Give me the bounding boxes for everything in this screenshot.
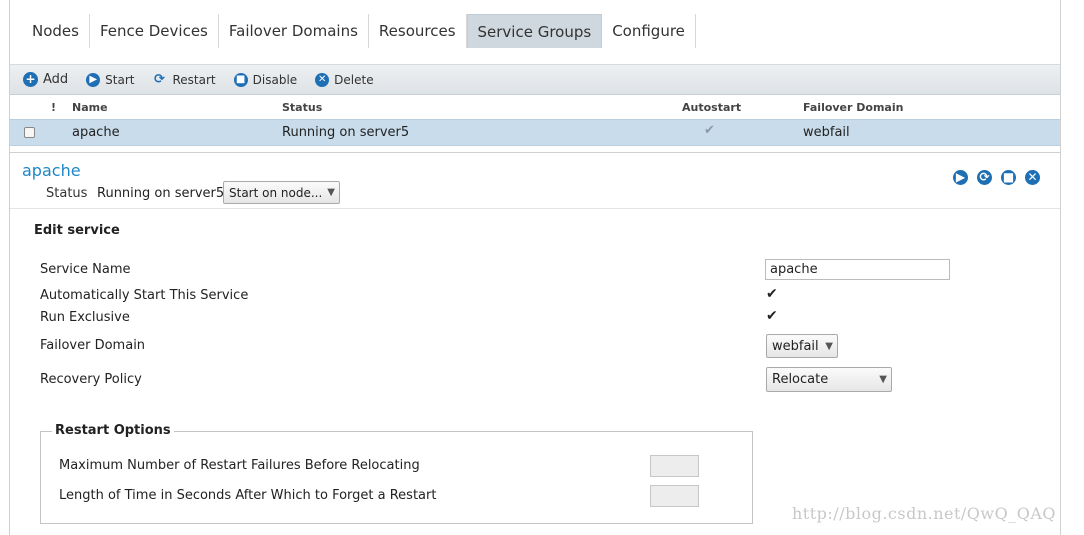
main-tabs: Nodes Fence Devices Failover Domains Res… <box>22 14 696 50</box>
disable-button[interactable]: ■ Disable <box>233 72 298 87</box>
service-table-header: ! Name Status Autostart Failover Domain <box>10 96 1060 118</box>
tab-service-groups[interactable]: Service Groups <box>466 14 603 48</box>
restart-service-icon[interactable]: ⟳ <box>977 170 992 185</box>
flag-column-header: ! <box>51 101 57 114</box>
add-button[interactable]: + Add <box>23 72 68 87</box>
service-title: apache <box>22 161 81 180</box>
status-label: Status <box>46 186 88 201</box>
tab-nodes[interactable]: Nodes <box>22 14 90 48</box>
status-column-header[interactable]: Status <box>282 101 322 114</box>
tab-fence-devices[interactable]: Fence Devices <box>90 14 219 48</box>
start-on-node-value: Start on node... <box>229 185 323 200</box>
recovery-policy-value: Relocate <box>772 372 829 387</box>
max-restart-failures-label: Maximum Number of Restart Failures Befor… <box>59 458 420 473</box>
run-exclusive-label: Run Exclusive <box>40 310 130 325</box>
autostart-check-icon: ✔ <box>704 123 715 138</box>
service-toolbar: + Add ▶ Start ⟳ Restart ■ Disable ✕ Dele… <box>10 64 1060 95</box>
plus-circle-icon: + <box>23 72 38 87</box>
chevron-down-icon: ▼ <box>879 374 887 385</box>
play-circle-icon: ▶ <box>86 72 101 87</box>
disable-service-icon[interactable]: ■ <box>1001 170 1016 185</box>
delete-service-icon[interactable]: ✕ <box>1025 170 1040 185</box>
restart-options-fieldset <box>40 431 753 524</box>
delete-label: Delete <box>334 72 374 87</box>
name-column-header[interactable]: Name <box>72 101 108 114</box>
restart-label: Restart <box>172 72 216 87</box>
max-restart-failures-input[interactable] <box>650 455 699 477</box>
failover-domain-column-header[interactable]: Failover Domain <box>803 101 903 114</box>
run-exclusive-checkbox[interactable]: ✔ <box>766 308 778 324</box>
start-service-icon[interactable]: ▶ <box>953 170 968 185</box>
failover-domain-select[interactable]: webfail ▼ <box>766 334 838 358</box>
tab-resources[interactable]: Resources <box>369 14 467 48</box>
restart-expire-time-label: Length of Time in Seconds After Which to… <box>59 488 437 503</box>
restart-options-legend: Restart Options <box>52 423 174 438</box>
x-circle-icon: ✕ <box>315 72 330 87</box>
recovery-policy-select[interactable]: Relocate ▼ <box>766 367 892 392</box>
tab-failover-domains[interactable]: Failover Domains <box>219 14 369 48</box>
recovery-policy-label: Recovery Policy <box>40 372 142 387</box>
restart-expire-time-input[interactable] <box>650 485 699 507</box>
start-label: Start <box>105 72 135 87</box>
delete-button[interactable]: ✕ Delete <box>315 72 374 87</box>
add-label: Add <box>43 72 69 87</box>
service-name-input[interactable]: apache <box>765 259 950 280</box>
row-status: Running on server5 <box>282 125 410 140</box>
autostart-label: Automatically Start This Service <box>40 288 249 303</box>
row-failover-domain: webfail <box>803 125 850 140</box>
restart-button[interactable]: ⟳ Restart <box>153 71 216 87</box>
failover-domain-label: Failover Domain <box>40 338 146 353</box>
stop-circle-icon: ■ <box>233 72 248 87</box>
row-select-checkbox[interactable] <box>24 127 35 138</box>
refresh-icon: ⟳ <box>154 71 165 87</box>
detail-panel-border <box>10 152 1060 153</box>
disable-label: Disable <box>252 72 298 87</box>
status-value: Running on server5 <box>97 186 225 201</box>
frame-right-border <box>1060 0 1061 535</box>
tab-configure[interactable]: Configure <box>602 14 696 48</box>
autostart-column-header[interactable]: Autostart <box>682 101 741 114</box>
edit-service-heading: Edit service <box>34 223 120 238</box>
table-row[interactable]: apache Running on server5 ✔ webfail <box>10 119 1060 146</box>
start-button[interactable]: ▶ Start <box>86 72 135 87</box>
start-on-node-select[interactable]: Start on node... ▼ <box>223 181 340 204</box>
autostart-checkbox[interactable]: ✔ <box>766 286 778 302</box>
service-name-label: Service Name <box>40 262 131 277</box>
detail-divider <box>10 208 1060 209</box>
chevron-down-icon: ▼ <box>327 187 335 198</box>
row-name[interactable]: apache <box>72 125 120 140</box>
chevron-down-icon: ▼ <box>825 340 833 352</box>
service-action-icons: ▶ ⟳ ■ ✕ <box>953 170 1049 185</box>
failover-domain-select-value: webfail <box>772 338 819 354</box>
watermark: http://blog.csdn.net/QwQ_QAQ <box>792 504 1057 523</box>
